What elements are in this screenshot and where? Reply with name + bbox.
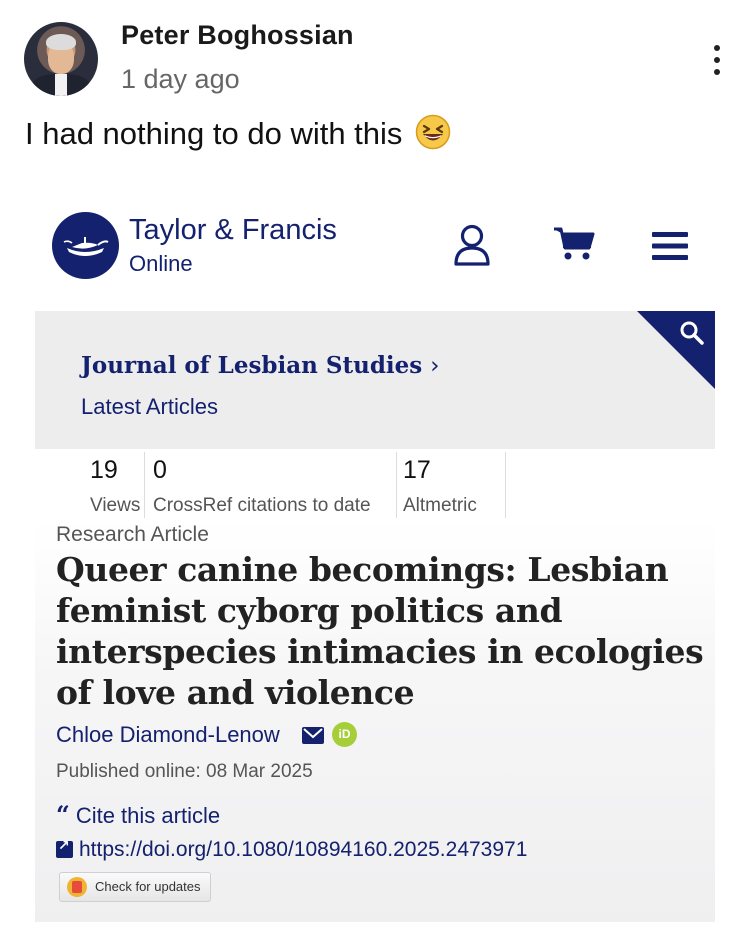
brand-subtitle: Online [129, 251, 193, 276]
article-type: Research Article [56, 523, 209, 546]
post-text: I had nothing to do with this [25, 116, 403, 151]
doi-link[interactable]: https://doi.org/10.1080/10894160.2025.24… [56, 837, 528, 862]
article-title: Queer canine becomings: Lesbian feminist… [56, 550, 704, 712]
metric-crossref: 0 CrossRef citations to date [144, 452, 397, 518]
metric-altmetric[interactable]: 17 Altmetric [396, 452, 506, 518]
external-link-icon [56, 837, 73, 858]
check-updates-label: Check for updates [95, 879, 201, 894]
published-date: Published online: 08 Mar 2025 [56, 761, 313, 782]
metric-label: CrossRef citations to date [153, 495, 371, 516]
brand-name[interactable]: Taylor & Francis [129, 214, 337, 247]
journal-link[interactable]: Journal of Lesbian Studies › [81, 352, 439, 379]
post-timestamp: 1 day ago [121, 64, 240, 94]
post-header: Peter Boghossian 1 day ago [0, 0, 750, 110]
metric-label: Views [90, 495, 141, 516]
check-for-updates-button[interactable]: Check for updates [59, 872, 211, 902]
cart-icon[interactable] [553, 226, 595, 267]
quote-icon: “ [56, 800, 70, 829]
doi-url: https://doi.org/10.1080/10894160.2025.24… [79, 838, 528, 861]
post-author-name[interactable]: Peter Boghossian [121, 20, 354, 51]
email-icon[interactable] [302, 727, 324, 749]
metric-label: Altmetric [403, 495, 477, 516]
menu-icon[interactable] [652, 232, 688, 265]
search-icon [680, 321, 704, 345]
latest-articles-link[interactable]: Latest Articles [81, 394, 218, 420]
cite-label: Cite this article [75, 803, 221, 828]
check-updates-icon [67, 877, 87, 897]
search-button[interactable] [637, 311, 715, 389]
chevron-right-icon: › [430, 353, 440, 379]
article-author[interactable]: Chloe Diamond-Lenow [56, 722, 280, 748]
avatar[interactable] [24, 22, 98, 96]
metric-views: 19 Views [35, 452, 145, 518]
journal-banner: Journal of Lesbian Studies › Latest Arti… [35, 311, 715, 449]
metric-value: 0 [153, 456, 167, 484]
cite-article-link[interactable]: “Cite this article [56, 800, 220, 829]
journal-name: Journal of Lesbian Studies [81, 352, 423, 379]
taylor-francis-logo[interactable] [52, 212, 119, 279]
grinning-squinting-face-emoji [415, 114, 451, 158]
user-icon[interactable] [452, 224, 492, 273]
orcid-icon[interactable]: iD [332, 722, 357, 747]
more-vertical-icon[interactable] [705, 42, 729, 78]
metric-value: 19 [90, 456, 118, 484]
post-text-line: I had nothing to do with this [25, 114, 451, 158]
metric-value: 17 [403, 456, 431, 484]
